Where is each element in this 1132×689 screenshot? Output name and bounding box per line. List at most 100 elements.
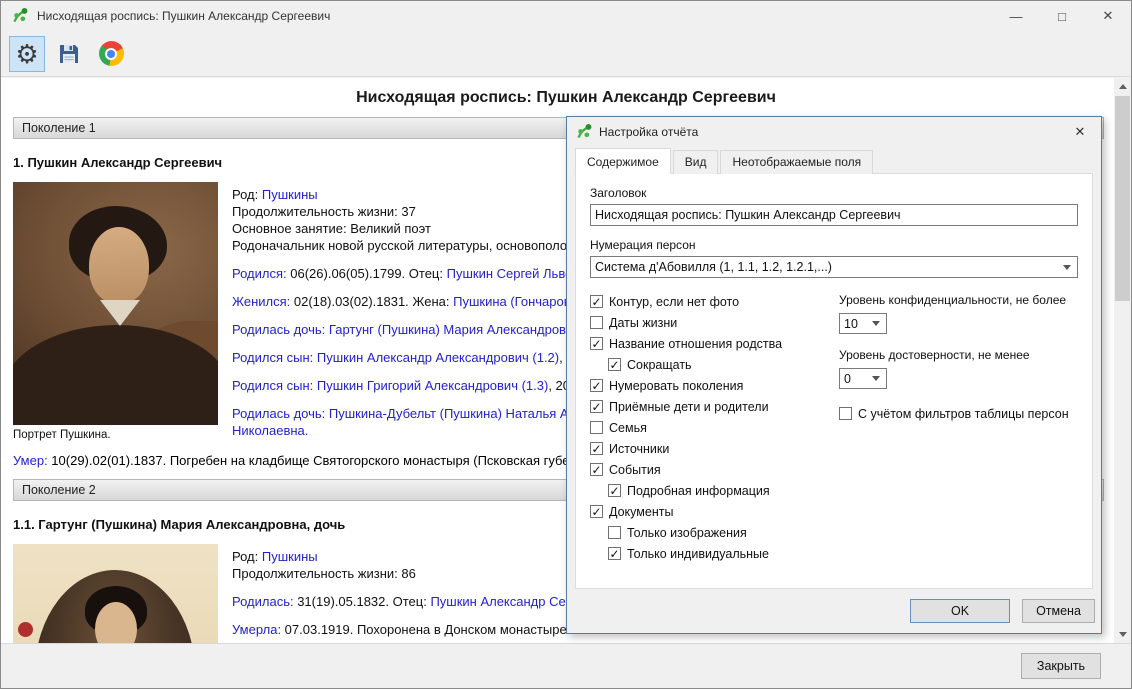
- text-segment: Продолжительность жизни: 37: [232, 204, 416, 219]
- dialog-checkbox[interactable]: ✓Нумеровать поколения: [590, 375, 835, 396]
- checkbox-checked[interactable]: ✓: [608, 547, 621, 560]
- numbering-selected-value: Система д'Абовилля (1, 1.1, 1.2, 1.2.1,.…: [595, 260, 832, 274]
- dialog-tabs: Содержимое Вид Неотображаемые поля: [575, 148, 875, 174]
- dialog-tab-panel: Заголовок Нумерация персон Система д'Або…: [575, 173, 1093, 589]
- checkbox-checked[interactable]: ✓: [590, 337, 603, 350]
- checkbox-checked[interactable]: ✓: [590, 505, 603, 518]
- scrollbar-down-arrow[interactable]: [1114, 626, 1131, 643]
- report-settings-button[interactable]: ⚙: [9, 36, 45, 72]
- toolbar: ⚙: [1, 31, 1131, 77]
- scrollbar-thumb[interactable]: [1115, 96, 1130, 301]
- checkbox-label: Документы: [609, 505, 673, 519]
- tab-content[interactable]: Содержимое: [575, 148, 671, 174]
- chevron-down-icon: [872, 321, 880, 326]
- tab-view[interactable]: Вид: [673, 150, 719, 174]
- checkbox-label: Подробная информация: [627, 484, 770, 498]
- person-link[interactable]: Родился сын:: [232, 378, 313, 393]
- checkbox-label: Источники: [609, 442, 669, 456]
- dialog-checkbox[interactable]: ✓ Контур, если нет фото: [590, 291, 835, 312]
- dialog-checkbox[interactable]: ✓ Сокращать: [590, 354, 835, 375]
- text-segment: ,: [559, 350, 563, 365]
- checkbox-label: Только индивидуальные: [627, 547, 769, 561]
- main-window: Нисходящая роспись: Пушкин Александр Сер…: [0, 0, 1132, 689]
- person-link[interactable]: Пушкины: [262, 187, 318, 202]
- numbering-select[interactable]: Система д'Абовилля (1, 1.1, 1.2, 1.2.1,.…: [590, 256, 1078, 278]
- scrollbar-up-arrow[interactable]: [1114, 78, 1131, 95]
- dialog-checkbox[interactable]: ✓ Документы: [590, 501, 835, 522]
- chrome-icon-center: [107, 50, 115, 58]
- portrait-coat: [13, 325, 218, 425]
- portrait-flower: [18, 622, 33, 637]
- person-link[interactable]: Родилась дочь:: [232, 322, 325, 337]
- reliability-select[interactable]: 0: [839, 368, 887, 389]
- checkbox-label: Семья: [609, 421, 647, 435]
- dialog-checkbox[interactable]: ✓ Только индивидуальные: [590, 543, 835, 564]
- filters-checkbox[interactable]: С учётом фильтров таблицы персон: [839, 403, 1078, 424]
- checkbox-checked[interactable]: ✓: [590, 463, 603, 476]
- portrait-face: [89, 227, 149, 304]
- close-window-button[interactable]: ✕: [1085, 1, 1131, 31]
- checkbox-unchecked[interactable]: [590, 316, 603, 329]
- person-link[interactable]: Умерла:: [232, 622, 281, 637]
- portrait-collar: [100, 300, 140, 326]
- tab-hidden-fields[interactable]: Неотображаемые поля: [720, 150, 873, 174]
- minimize-button[interactable]: —: [993, 1, 1039, 31]
- dialog-checkbox[interactable]: ✓События: [590, 459, 835, 480]
- checkbox-label: Приёмные дети и родители: [609, 400, 769, 414]
- confidentiality-label: Уровень конфиденциальности, не более: [839, 293, 1078, 307]
- dialog-checkbox[interactable]: Только изображения: [590, 522, 835, 543]
- chrome-icon: [99, 41, 124, 66]
- checkbox-checked[interactable]: ✓: [608, 358, 621, 371]
- app-tree-icon: [575, 123, 593, 141]
- checkbox-unchecked[interactable]: [590, 421, 603, 434]
- pushkin-portrait: [13, 182, 218, 425]
- checkbox-checked[interactable]: ✓: [590, 442, 603, 455]
- text-segment: 06(26).06(05).1799. Отец:: [287, 266, 447, 281]
- dialog-checkbox[interactable]: ✓ Приёмные дети и родители: [590, 396, 835, 417]
- person-link[interactable]: Женился:: [232, 294, 290, 309]
- checkbox-label: Контур, если нет фото: [609, 295, 739, 309]
- close-report-button[interactable]: Закрыть: [1021, 653, 1101, 679]
- confidentiality-value: 10: [844, 317, 858, 331]
- text-segment: Род:: [232, 187, 262, 202]
- person-1-photo-block: Портрет Пушкина.: [13, 182, 218, 441]
- text-segment: Род:: [232, 549, 262, 564]
- dialog-columns: ✓ Контур, если нет фото Даты жизни✓Названи…: [590, 291, 1078, 564]
- header-field-input[interactable]: [590, 204, 1078, 226]
- dialog-checkbox[interactable]: Даты жизни: [590, 312, 835, 333]
- checkbox-checked[interactable]: ✓: [590, 295, 603, 308]
- checkbox-box[interactable]: [839, 407, 852, 420]
- vertical-scrollbar[interactable]: [1114, 78, 1131, 643]
- open-in-browser-button[interactable]: [93, 36, 129, 72]
- ok-button[interactable]: OK: [910, 599, 1010, 623]
- save-report-button[interactable]: [51, 36, 87, 72]
- checkbox-checked[interactable]: ✓: [590, 400, 603, 413]
- confidentiality-select[interactable]: 10: [839, 313, 887, 334]
- person-link[interactable]: Пушкины: [262, 549, 318, 564]
- person-link[interactable]: Родилась:: [232, 594, 294, 609]
- cancel-button[interactable]: Отмена: [1022, 599, 1095, 623]
- app-tree-icon: [11, 7, 29, 25]
- person-link[interactable]: Умер:: [13, 453, 48, 468]
- checkbox-checked[interactable]: ✓: [608, 484, 621, 497]
- text-segment: 10(29).02(01).1837. Погребен на кладбище…: [48, 453, 606, 468]
- photo-caption: Портрет Пушкина.: [13, 429, 218, 441]
- checkbox-unchecked[interactable]: [608, 526, 621, 539]
- person-link[interactable]: Пушкин Александр Александрович (1.2): [317, 350, 559, 365]
- person-link[interactable]: Родилась дочь:: [232, 406, 325, 421]
- person-link[interactable]: Пушкин Григорий Александрович (1.3): [317, 378, 548, 393]
- person-link[interactable]: Родился сын:: [232, 350, 313, 365]
- dialog-checkbox[interactable]: ✓ Подробная информация: [590, 480, 835, 501]
- person-link[interactable]: Николаевна.: [232, 423, 308, 438]
- dialog-checkbox[interactable]: ✓Название отношения родства: [590, 333, 835, 354]
- dialog-checkbox[interactable]: ✓ Источники: [590, 438, 835, 459]
- dialog-close-button[interactable]: ✕: [1065, 117, 1095, 146]
- checkbox-label: Сокращать: [627, 358, 692, 372]
- maximize-button[interactable]: □: [1039, 1, 1085, 31]
- checkbox-checked[interactable]: ✓: [590, 379, 603, 392]
- dialog-title-bar: Настройка отчёта ✕: [567, 117, 1101, 146]
- person-link[interactable]: Родился:: [232, 266, 287, 281]
- dialog-checkbox[interactable]: Семья: [590, 417, 835, 438]
- title-bar: Нисходящая роспись: Пушкин Александр Сер…: [1, 1, 1131, 31]
- window-controls: — □ ✕: [993, 1, 1131, 31]
